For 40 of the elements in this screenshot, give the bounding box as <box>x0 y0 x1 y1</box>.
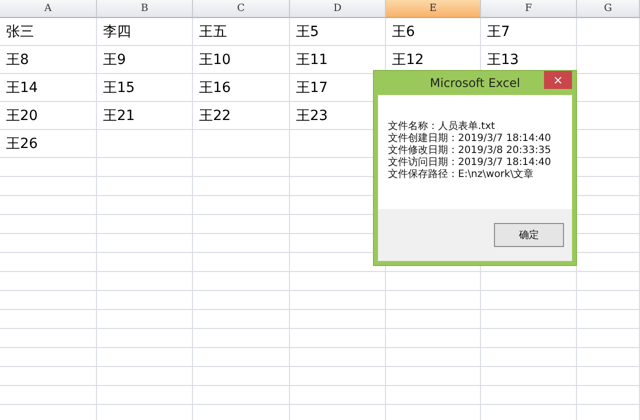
info-line: 文件修改日期：2019/3/8 20:33:35 <box>388 145 552 156</box>
table-cell <box>577 310 640 329</box>
table-cell: 王9 <box>97 46 193 74</box>
column-header[interactable]: B <box>97 0 193 18</box>
table-cell: 张三 <box>0 18 97 46</box>
table-cell: 王7 <box>481 18 577 46</box>
column-header[interactable]: A <box>0 0 97 18</box>
info-line: 文件创建日期：2019/3/7 18:14:40 <box>388 133 552 144</box>
table-cell: 王8 <box>0 46 97 74</box>
table-cell: 王16 <box>193 74 290 102</box>
info-line: 文件保存路径：E:\nz\work\文章 <box>388 169 535 181</box>
table-cell: 王6 <box>386 18 481 46</box>
table-cell <box>577 367 640 386</box>
info-line: 文件名称：人员表单.txt <box>388 121 496 132</box>
table-cell: 李四 <box>97 18 193 46</box>
table-cell: 王10 <box>193 46 290 74</box>
column-header[interactable]: C <box>193 0 290 18</box>
table-cell <box>577 272 640 291</box>
table-cell <box>577 386 640 405</box>
table-cell: 王20 <box>0 102 97 130</box>
table-cell: 王22 <box>193 102 290 130</box>
dialog-title: Microsoft Excel <box>430 76 520 90</box>
table-cell: 王14 <box>0 74 97 102</box>
table-cell: 王五 <box>193 18 290 46</box>
info-line: 文件访问日期：2019/3/7 18:14:40 <box>388 157 552 168</box>
close-button[interactable]: × <box>544 71 572 89</box>
table-cell: 王26 <box>0 130 97 158</box>
table-cell <box>577 348 640 367</box>
table-cell <box>577 329 640 348</box>
column-header[interactable]: E <box>386 0 481 18</box>
column-header[interactable]: G <box>577 0 640 18</box>
ok-button[interactable]: 确定 <box>494 223 564 247</box>
table-cell: 王15 <box>97 74 193 102</box>
column-header[interactable]: F <box>481 0 577 18</box>
table-cell: 王5 <box>290 18 386 46</box>
table-cell <box>577 46 640 74</box>
column-header[interactable]: D <box>290 0 386 18</box>
table-cell <box>577 18 640 46</box>
table-cell <box>577 291 640 310</box>
table-cell: 王21 <box>97 102 193 130</box>
